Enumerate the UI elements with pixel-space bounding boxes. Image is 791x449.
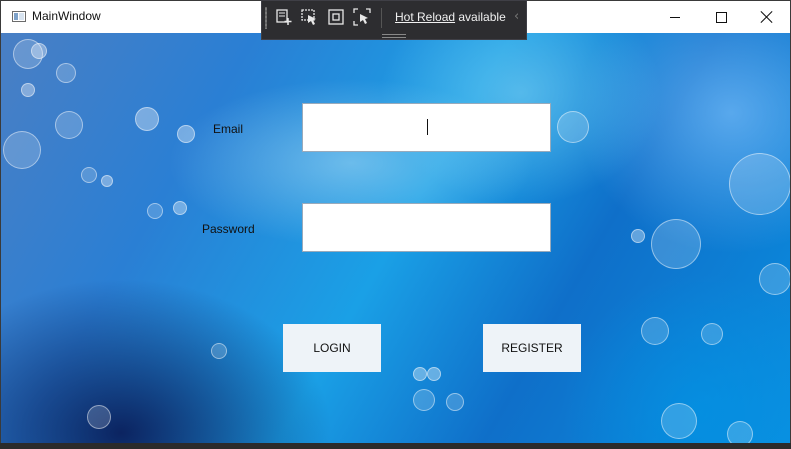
background-bubble bbox=[651, 219, 701, 269]
background-bubble bbox=[87, 405, 111, 429]
background-bubble bbox=[446, 393, 464, 411]
window-bottom-border bbox=[0, 443, 791, 449]
hot-reload-status-text: available bbox=[455, 10, 506, 24]
background-bubble bbox=[701, 323, 723, 345]
background-bubble bbox=[641, 317, 669, 345]
background-bubble bbox=[727, 421, 753, 443]
email-label: Email bbox=[213, 122, 244, 136]
minimize-button[interactable] bbox=[652, 1, 698, 33]
login-button[interactable]: LOGIN bbox=[283, 324, 381, 372]
add-element-icon[interactable] bbox=[274, 7, 294, 27]
background-bubble bbox=[211, 343, 227, 359]
toolbar-drag-handle[interactable] bbox=[382, 34, 406, 38]
background-bubble bbox=[56, 63, 76, 83]
background-bubble bbox=[661, 403, 697, 439]
maximize-button[interactable] bbox=[698, 1, 744, 33]
background-bubble bbox=[729, 153, 790, 215]
text-caret bbox=[427, 119, 428, 135]
select-element-icon[interactable] bbox=[300, 7, 320, 27]
background-bubble bbox=[557, 111, 589, 143]
hot-reload-link[interactable]: Hot Reload bbox=[395, 10, 455, 24]
background-bubble bbox=[31, 43, 47, 59]
background-bubble bbox=[427, 367, 441, 381]
maximize-icon bbox=[715, 11, 727, 23]
close-button[interactable] bbox=[744, 1, 790, 33]
background-bubble bbox=[101, 175, 113, 187]
collapse-chevron-icon[interactable]: ‹ bbox=[514, 9, 519, 24]
background-bubble bbox=[173, 201, 187, 215]
window-title: MainWindow bbox=[32, 9, 101, 23]
track-focus-icon[interactable] bbox=[352, 7, 372, 27]
close-icon bbox=[761, 11, 773, 23]
hot-reload-toolbar: Hot Reload available ‹ bbox=[261, 0, 527, 40]
toolbar-grip-icon[interactable] bbox=[265, 7, 267, 29]
background-bubble bbox=[3, 131, 41, 169]
register-button[interactable]: REGISTER bbox=[483, 324, 581, 372]
background-bubble bbox=[81, 167, 97, 183]
toolbar-divider bbox=[381, 8, 382, 28]
minimize-icon bbox=[670, 16, 680, 18]
background-bubble bbox=[135, 107, 159, 131]
background-bubble bbox=[21, 83, 35, 97]
app-window-icon bbox=[12, 11, 26, 22]
main-window: MainWindow Email Password LOGIN REGISTER… bbox=[0, 0, 791, 449]
background-bubble bbox=[177, 125, 195, 143]
client-area: Email Password LOGIN REGISTER bbox=[1, 33, 790, 443]
background-bubble bbox=[413, 389, 435, 411]
background-bubble bbox=[147, 203, 163, 219]
hot-reload-status: Hot Reload available bbox=[395, 10, 506, 24]
background-bubble bbox=[413, 367, 427, 381]
password-input[interactable] bbox=[302, 203, 551, 252]
background-bubble bbox=[631, 229, 645, 243]
display-layout-adorners-icon[interactable] bbox=[326, 7, 346, 27]
password-label: Password bbox=[202, 222, 255, 236]
background-bubble bbox=[55, 111, 83, 139]
background-bubble bbox=[759, 263, 790, 295]
